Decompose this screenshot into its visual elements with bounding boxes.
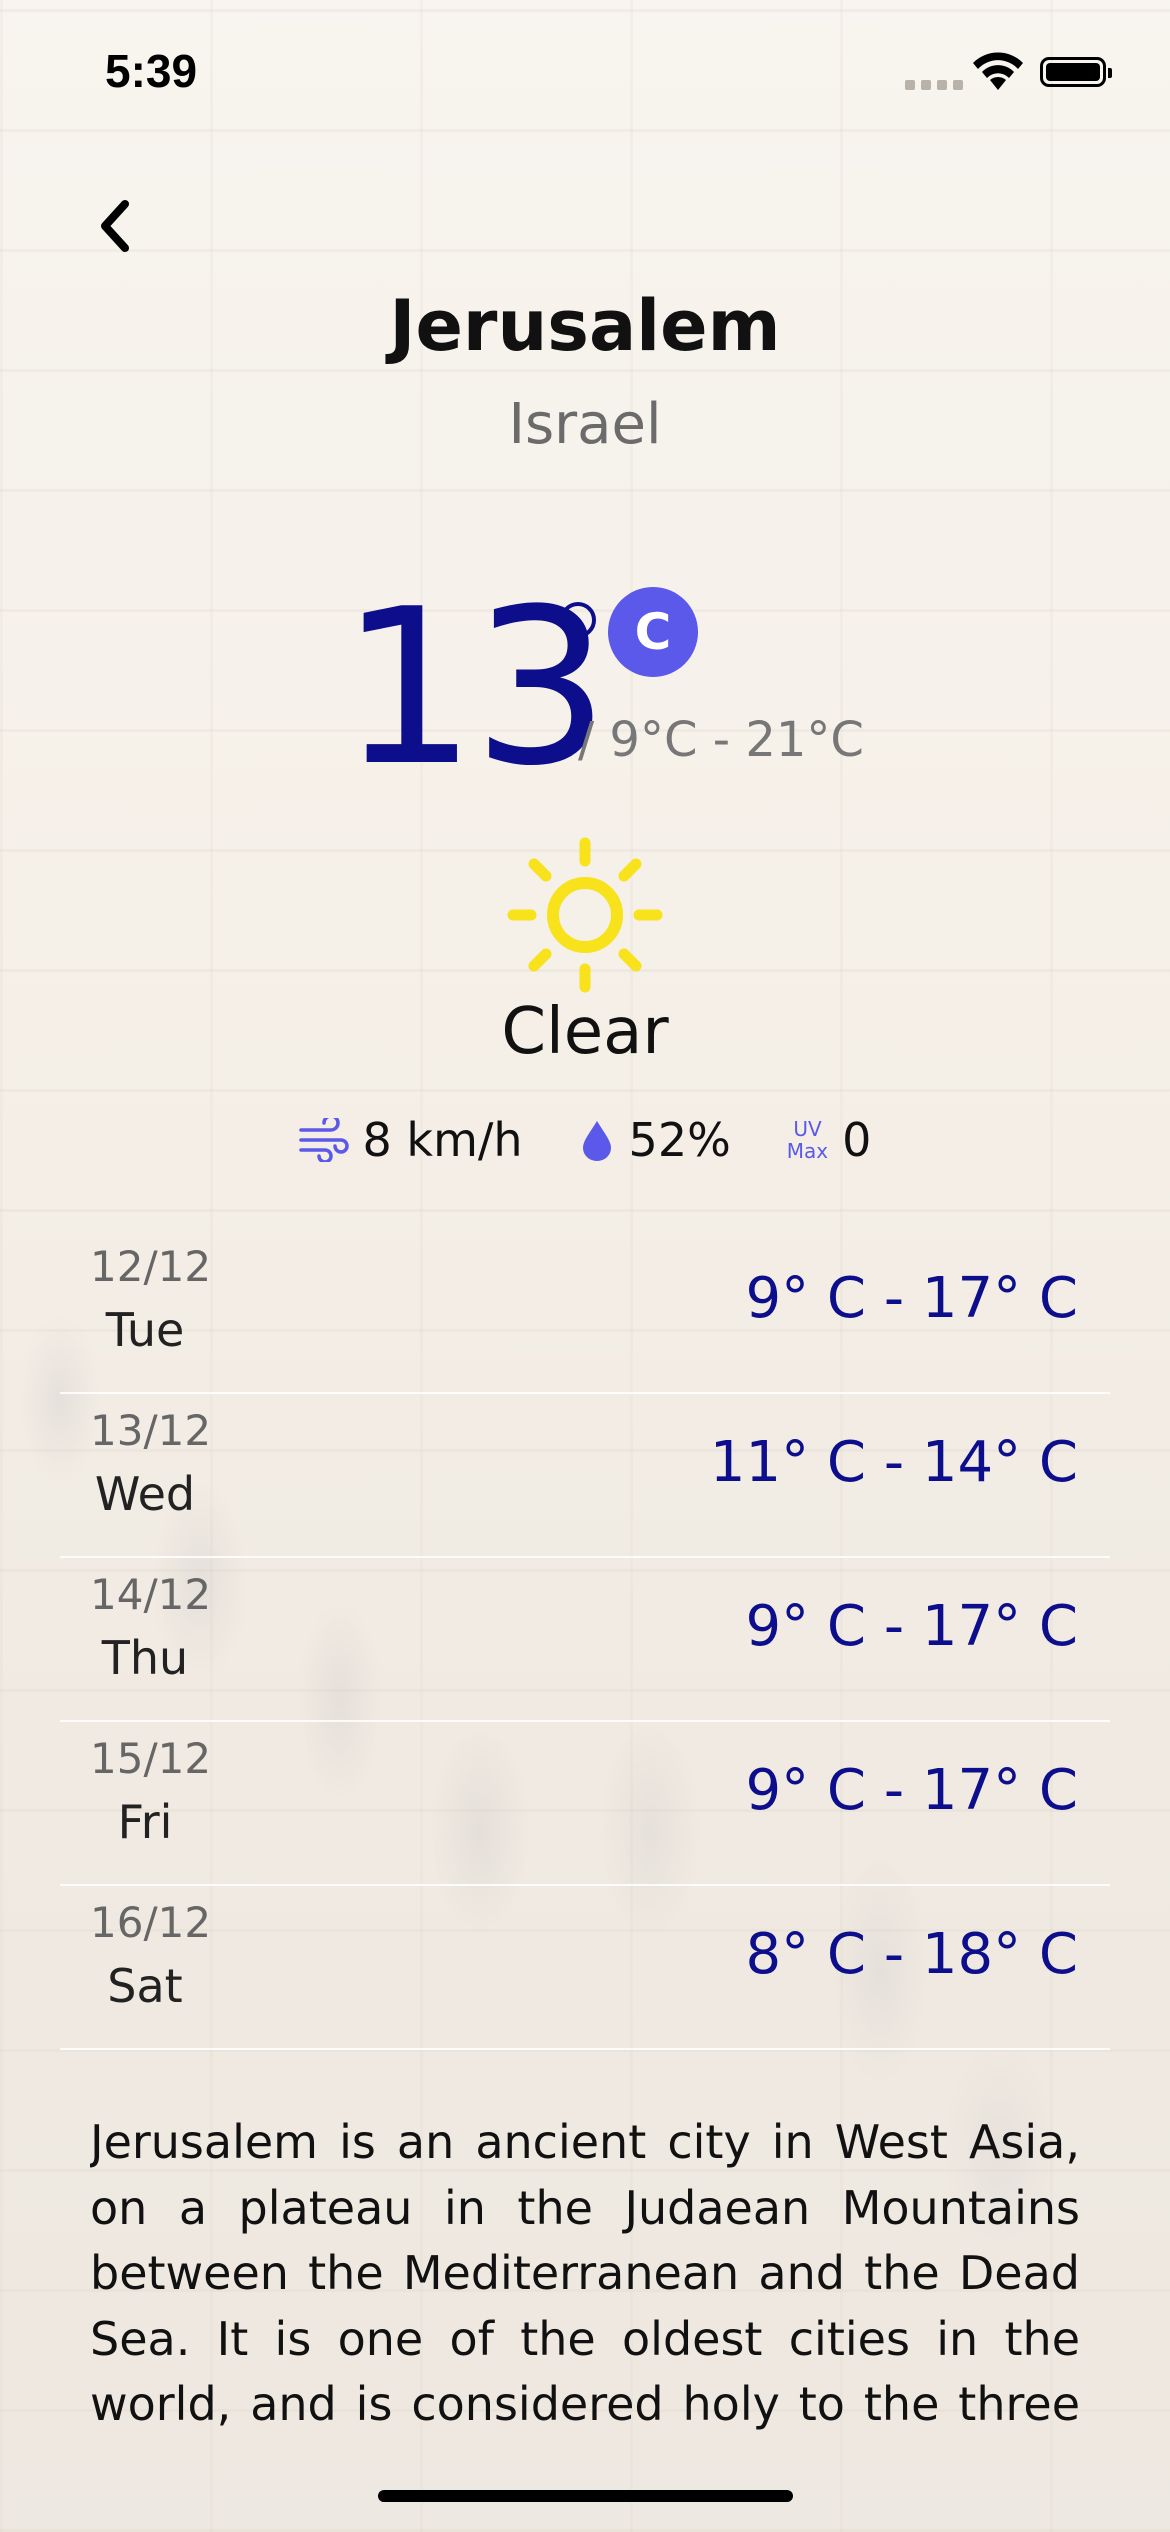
forecast-date: 13/12 [90,1406,212,1455]
sun-icon [507,837,663,993]
humidity-metric: 52% [579,1113,731,1167]
forecast-row[interactable]: 16/12 Sat 8° C - 18° C [0,1886,1170,2050]
forecast-row[interactable]: 15/12 Fri 9° C - 17° C [0,1722,1170,1886]
forecast-date: 14/12 [90,1570,212,1619]
uv-icon: UV Max [787,1118,828,1162]
wind-icon [298,1118,349,1162]
forecast-day: Thu [101,1631,189,1685]
row-divider [60,2048,1110,2050]
forecast-range: 11° C - 14° C [709,1430,1078,1495]
water-drop-icon [579,1118,615,1162]
status-time: 5:39 [105,45,198,97]
city-name: Jerusalem [389,285,781,367]
weather-metrics: 8 km/h 52% UV Max 0 [0,1105,1170,1175]
country-name: Israel [508,392,662,457]
forecast-range: 9° C - 17° C [745,1594,1079,1659]
weather-condition: Clear [501,995,669,1069]
wifi-icon [973,52,1023,90]
back-button[interactable] [85,188,145,263]
forecast-day: Tue [105,1303,185,1357]
uv-value: 0 [842,1113,872,1167]
uv-label: UV [793,1117,822,1141]
today-temperature-range: / 9°C - 21°C [578,712,864,768]
degree-symbol [560,602,596,638]
forecast-day: Sat [107,1959,183,2013]
forecast-row[interactable]: 14/12 Thu 9° C - 17° C [0,1558,1170,1722]
forecast-date: 12/12 [90,1242,212,1291]
city-description: Jerusalem is an ancient city in West Asi… [90,2115,1080,2431]
forecast-row[interactable]: 12/12 Tue 9° C - 17° C [0,1230,1170,1394]
wind-metric: 8 km/h [298,1113,523,1167]
forecast-day: Wed [94,1467,196,1521]
forecast-date: 15/12 [90,1734,212,1783]
battery-icon [1040,57,1112,87]
forecast-row[interactable]: 13/12 Wed 11° C - 14° C [0,1394,1170,1558]
humidity-value: 52% [628,1113,731,1167]
cellular-signal-icon [905,80,963,90]
forecast-day: Fri [117,1795,173,1849]
status-bar: 5:39 [0,0,1170,140]
home-indicator[interactable] [378,2490,793,2502]
forecast-date: 16/12 [90,1898,212,1947]
forecast-range: 8° C - 18° C [745,1922,1079,1987]
forecast-range: 9° C - 17° C [745,1758,1079,1823]
uv-metric: UV Max 0 [787,1113,872,1167]
daily-forecast-list: 12/12 Tue 9° C - 17° C 13/12 Wed 11° C -… [0,1230,1170,2050]
forecast-range: 9° C - 17° C [745,1266,1079,1331]
uv-max-label: Max [786,1139,829,1163]
chevron-left-icon [101,199,129,252]
unit-toggle-button[interactable]: C [608,587,698,677]
wind-speed: 8 km/h [362,1113,523,1167]
